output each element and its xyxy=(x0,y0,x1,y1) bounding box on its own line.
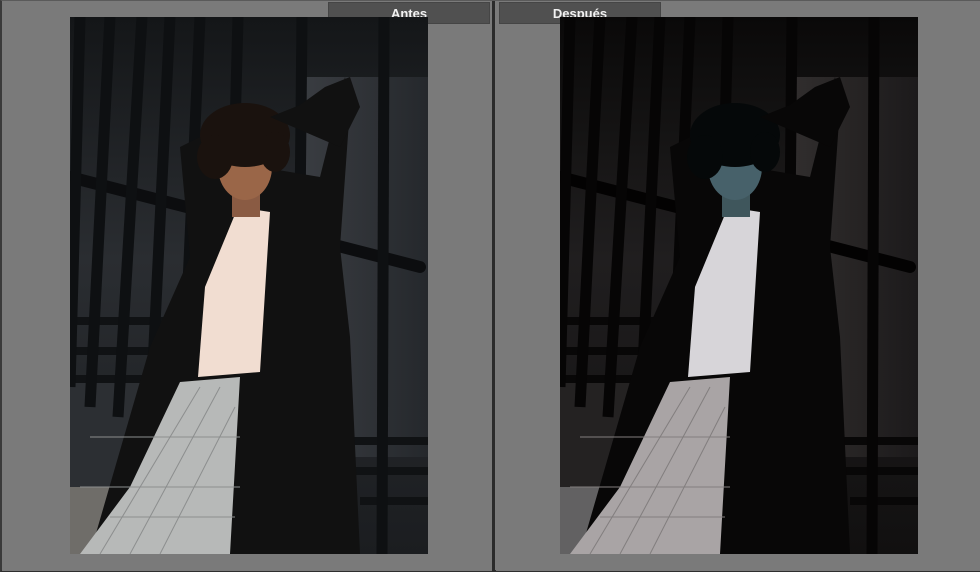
after-pane: Después xyxy=(496,1,980,571)
after-photo[interactable] xyxy=(560,17,918,554)
before-photo[interactable] xyxy=(70,17,428,554)
portrait-photo-icon xyxy=(560,17,918,554)
pane-divider[interactable] xyxy=(492,1,495,572)
portrait-photo-icon xyxy=(70,17,428,554)
before-after-viewer: Antes Después xyxy=(0,0,980,572)
before-pane: Antes xyxy=(2,1,492,571)
